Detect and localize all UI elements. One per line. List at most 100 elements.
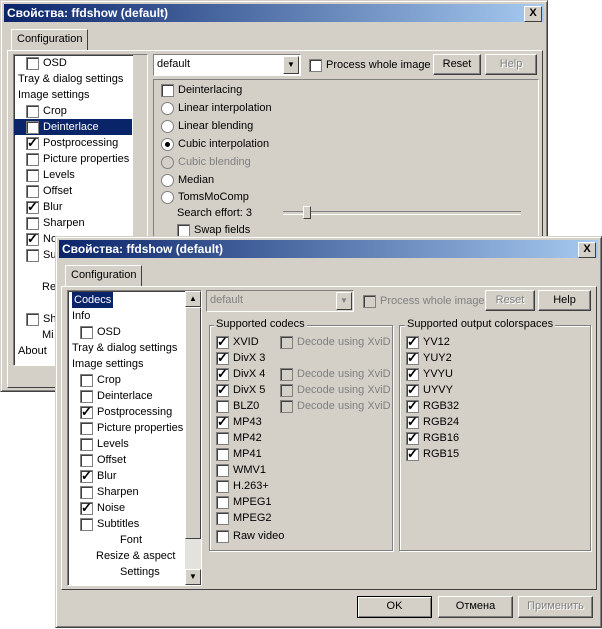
postprocessing-checkbox[interactable] [80, 404, 93, 420]
sharpen-checkbox[interactable] [80, 485, 93, 499]
codec-checkbox[interactable] [216, 414, 229, 430]
codec-checkbox[interactable] [216, 447, 229, 461]
search-effort-slider-thumb[interactable] [303, 206, 311, 219]
back-preset-combo[interactable]: default ▼ [153, 54, 301, 76]
deinterlacing-checkbox[interactable] [161, 83, 174, 97]
colorspace-yvyu[interactable]: YVYU [406, 366, 453, 382]
back-tree-item-offset[interactable]: Offset [26, 183, 72, 199]
front-tab-configuration[interactable]: Configuration [65, 265, 143, 286]
chevron-down-icon[interactable]: ▼ [336, 292, 352, 310]
picture-checkbox[interactable] [80, 421, 93, 435]
noise-checkbox[interactable] [26, 231, 39, 247]
front-process-whole-image[interactable]: Process whole image [363, 293, 485, 309]
radio-circle[interactable] [161, 173, 174, 187]
decode-xvid-checkbox[interactable] [280, 367, 293, 381]
codec-mp42[interactable]: MP42 [216, 430, 262, 446]
codec-blz0[interactable]: BLZ0 [216, 398, 259, 414]
back-tree-item-blur[interactable]: Blur [26, 199, 63, 215]
codec-checkbox[interactable] [216, 350, 229, 366]
osd-checkbox[interactable] [26, 56, 39, 70]
back-tree-item-postprocessing[interactable]: Postprocessing [26, 135, 118, 151]
front-tree-item-image-settings[interactable]: Image settings [72, 356, 144, 372]
front-tree-item-deinterlace[interactable]: Deinterlace [80, 388, 153, 404]
colorspace-rgb15[interactable]: RGB15 [406, 446, 459, 462]
radio-cubic-interp[interactable]: Cubic interpolation [161, 136, 269, 152]
radio-circle[interactable] [161, 155, 174, 169]
back-close-button[interactable]: X [524, 6, 542, 22]
front-tree-item-noise[interactable]: Noise [80, 500, 125, 516]
colorspace-uyvy[interactable]: UYVY [406, 382, 453, 398]
sharpen-checkbox[interactable] [26, 216, 39, 230]
offset-checkbox[interactable] [80, 453, 93, 467]
back-tree-item-sharpen[interactable]: Sharpen [26, 215, 85, 231]
levels-checkbox[interactable] [26, 168, 39, 182]
back-tree-item-crop[interactable]: Crop [26, 103, 67, 119]
front-tree-item-resize[interactable]: Resize & aspect [96, 548, 175, 564]
back-tree-item-picture[interactable]: Picture properties [26, 151, 129, 167]
codec-checkbox[interactable] [216, 366, 229, 382]
back-tree-item-about[interactable]: About [18, 343, 47, 359]
codec-checkbox[interactable] [216, 399, 229, 413]
offset-checkbox[interactable] [26, 184, 39, 198]
codec-checkbox[interactable] [216, 382, 229, 398]
front-tree-item-settings[interactable]: Settings [120, 564, 160, 580]
codec-checkbox[interactable] [216, 511, 229, 525]
blur-checkbox[interactable] [80, 468, 93, 484]
back-tree-item-tray[interactable]: Tray & dialog settings [18, 71, 123, 87]
back-tree-item-subtitles[interactable]: Su [26, 247, 56, 263]
front-settings-tree[interactable]: Codecs Info OSD Tray & dialog settings I… [67, 290, 202, 586]
colorspace-checkbox[interactable] [406, 398, 419, 414]
decode-xvid-divx5[interactable]: Decode using XviD [280, 382, 391, 398]
codec-divx5[interactable]: DivX 5 [216, 382, 265, 398]
codec-checkbox[interactable] [216, 529, 229, 543]
process-whole-checkbox[interactable] [309, 58, 322, 72]
codec-mpeg2[interactable]: MPEG2 [216, 510, 272, 526]
codec-h263[interactable]: H.263+ [216, 478, 269, 494]
front-help-button[interactable]: Help [538, 290, 591, 311]
scroll-thumb[interactable] [185, 307, 201, 539]
levels-checkbox[interactable] [80, 437, 93, 451]
colorspace-checkbox[interactable] [406, 366, 419, 382]
subtitles-checkbox[interactable] [26, 248, 39, 262]
codec-raw-video[interactable]: Raw video [216, 528, 284, 544]
back-tree-item-deinterlace[interactable]: Deinterlace [14, 119, 132, 135]
deinterlace-checkbox[interactable] [80, 389, 93, 403]
chevron-down-icon[interactable]: ▼ [283, 56, 299, 74]
ok-button[interactable]: OK [357, 596, 432, 618]
front-tree-item-font[interactable]: Font [120, 532, 142, 548]
front-tree-item-offset[interactable]: Offset [80, 452, 126, 468]
front-tree-item-blur[interactable]: Blur [80, 468, 117, 484]
front-tree-item-osd[interactable]: OSD [80, 324, 121, 340]
blur-checkbox[interactable] [26, 199, 39, 215]
apply-button[interactable]: Применить [518, 596, 593, 618]
crop-checkbox[interactable] [26, 104, 39, 118]
codec-checkbox[interactable] [216, 463, 229, 477]
back-process-whole-image[interactable]: Process whole image [309, 57, 431, 73]
codec-divx3[interactable]: DivX 3 [216, 350, 265, 366]
front-close-button[interactable]: X [578, 242, 596, 258]
back-tree-item-resize[interactable]: Re [42, 279, 56, 295]
radio-cubic-blend[interactable]: Cubic blending [161, 154, 251, 170]
radio-circle[interactable] [161, 190, 174, 204]
decode-xvid-checkbox[interactable] [280, 335, 293, 349]
postprocessing-checkbox[interactable] [26, 135, 39, 151]
back-tree-item-levels[interactable]: Levels [26, 167, 75, 183]
codec-divx4[interactable]: DivX 4 [216, 366, 265, 382]
radio-linear-blend[interactable]: Linear blending [161, 118, 253, 134]
decode-xvid-checkbox[interactable] [280, 399, 293, 413]
sh-checkbox[interactable] [26, 312, 39, 326]
colorspace-checkbox[interactable] [406, 334, 419, 350]
swap-fields-checkbox[interactable] [177, 223, 190, 237]
scroll-up-icon[interactable]: ▲ [185, 291, 201, 307]
noise-checkbox[interactable] [80, 500, 93, 516]
scroll-down-icon[interactable]: ▼ [185, 569, 201, 585]
front-tree-item-picture[interactable]: Picture properties [80, 420, 183, 436]
colorspace-yuy2[interactable]: YUY2 [406, 350, 452, 366]
decode-xvid-checkbox[interactable] [280, 383, 293, 397]
radio-circle[interactable] [161, 137, 174, 151]
crop-checkbox[interactable] [80, 373, 93, 387]
decode-xvid-divx4[interactable]: Decode using XviD [280, 366, 391, 382]
back-tab-configuration[interactable]: Configuration [11, 29, 89, 50]
decode-xvid-xvid[interactable]: Decode using XviD [280, 334, 391, 350]
front-preset-combo[interactable]: default ▼ [206, 290, 354, 312]
